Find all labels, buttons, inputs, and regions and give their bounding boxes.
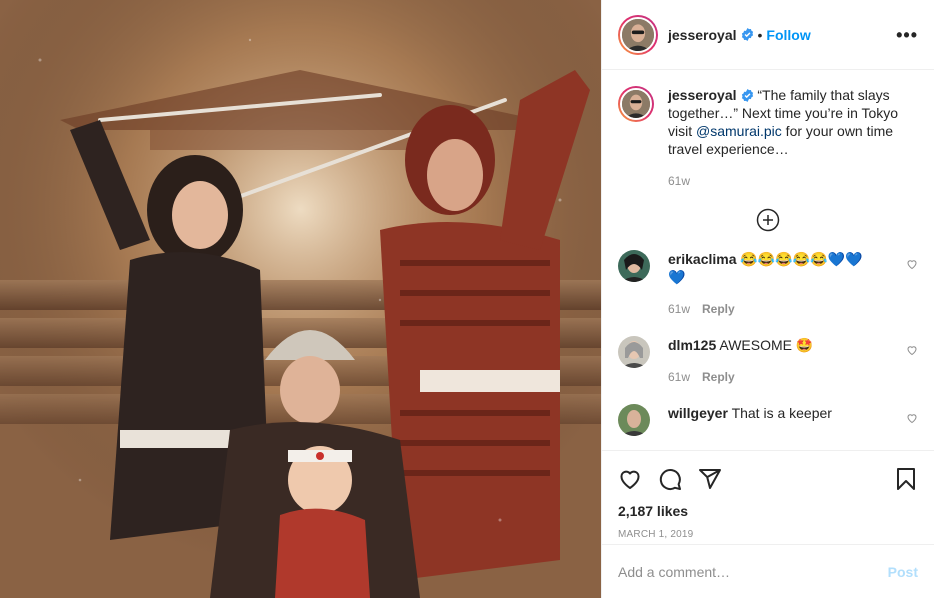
heart-icon[interactable]: [906, 412, 918, 424]
comments-list[interactable]: jesseroyal “The family that slays togeth…: [602, 70, 934, 450]
reply-button[interactable]: Reply: [702, 370, 735, 384]
post-photo[interactable]: [0, 0, 601, 598]
caption-text-block: jesseroyal “The family that slays togeth…: [668, 86, 908, 190]
comment-item: dlm125 AWESOME 🤩 61w Reply: [618, 336, 918, 386]
post-header: jesseroyal • Follow •••: [602, 0, 934, 70]
samurai-family-image: [0, 0, 601, 598]
comment-avatar[interactable]: [618, 250, 650, 282]
verified-badge-icon: [741, 89, 753, 102]
comment-avatar[interactable]: [618, 336, 650, 368]
post-comment-button[interactable]: Post: [888, 564, 918, 580]
comment-body: dlm125 AWESOME 🤩 61w Reply: [668, 336, 878, 386]
heart-icon[interactable]: [906, 344, 918, 356]
comment-item: willgeyer That is a keeper: [618, 404, 918, 436]
likes-count[interactable]: 2,187 likes: [602, 497, 934, 519]
caption-time: 61w: [668, 174, 691, 188]
action-icons: [602, 451, 934, 497]
comment-text: That is a keeper: [731, 405, 832, 421]
author-avatar-ring[interactable]: [618, 14, 658, 55]
heart-icon[interactable]: [618, 467, 642, 491]
comment-time: 61w: [668, 370, 691, 384]
reply-button[interactable]: Reply: [702, 302, 735, 316]
comment-text: AWESOME 🤩: [719, 337, 814, 353]
caption-username[interactable]: jesseroyal: [668, 87, 737, 103]
add-comment-bar: Post: [602, 544, 934, 598]
verified-badge-icon: [741, 28, 753, 41]
author-avatar: [620, 16, 656, 53]
comment-icon[interactable]: [658, 467, 682, 491]
comment-input[interactable]: [618, 563, 888, 580]
post-date: MARCH 1, 2019: [618, 529, 694, 540]
post-caption: jesseroyal “The family that slays togeth…: [618, 86, 918, 190]
comment-avatar[interactable]: [618, 404, 650, 436]
follow-button[interactable]: Follow: [766, 27, 810, 43]
comment-meta: 61w Reply: [668, 300, 878, 318]
plus-circle-icon[interactable]: [756, 208, 780, 232]
caption-avatar: [620, 88, 652, 120]
heart-icon[interactable]: [906, 258, 918, 270]
more-icon[interactable]: •••: [896, 26, 918, 44]
post-side-panel: jesseroyal • Follow ••• jesseroyal “The …: [601, 0, 934, 598]
comment-body: willgeyer That is a keeper: [668, 404, 878, 436]
separator-dot: •: [757, 26, 763, 43]
bookmark-icon[interactable]: [894, 467, 918, 491]
caption-mention-link[interactable]: @samurai.pic: [696, 123, 782, 139]
comment-username[interactable]: willgeyer: [668, 405, 728, 421]
comment-username[interactable]: dlm125: [668, 337, 716, 353]
post-container: jesseroyal • Follow ••• jesseroyal “The …: [0, 0, 934, 598]
author-username[interactable]: jesseroyal: [668, 27, 737, 43]
comment-body: erikaclima 😂😂😂😂😂💙💙 💙 61w Reply: [668, 250, 878, 318]
comment-item: erikaclima 😂😂😂😂😂💙💙 💙 61w Reply: [618, 250, 918, 318]
comment-time: 61w: [668, 302, 691, 316]
comment-meta: 61w Reply: [668, 368, 878, 386]
caption-avatar-ring[interactable]: [618, 86, 654, 122]
comment-username[interactable]: erikaclima: [668, 251, 737, 267]
share-icon[interactable]: [698, 467, 722, 491]
